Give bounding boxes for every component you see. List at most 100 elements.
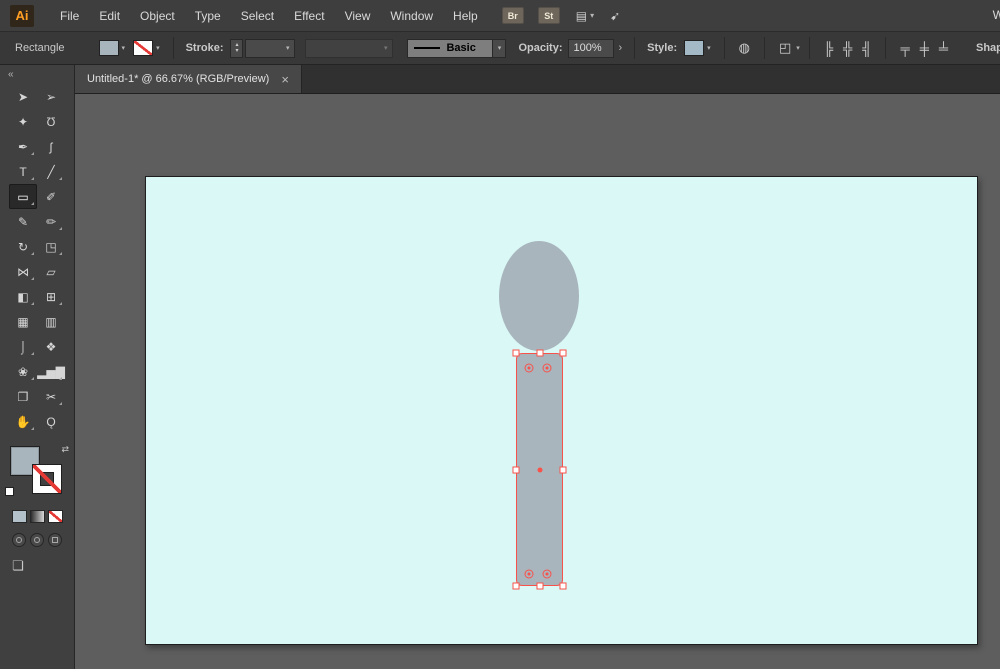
color-button[interactable] — [11, 510, 27, 523]
selection-handle-bottom-center[interactable] — [536, 582, 543, 590]
selection-handle-middle-left[interactable] — [512, 466, 520, 473]
collapse-panel-icon[interactable]: « — [0, 65, 22, 82]
selection-handle-bottom-right[interactable] — [559, 582, 567, 590]
recolor-artwork-icon[interactable]: ◍ — [739, 40, 750, 56]
chevron-down-icon: ▾ — [497, 45, 502, 52]
none-button[interactable] — [47, 510, 63, 523]
selection-handle-top-center[interactable] — [536, 349, 543, 357]
stroke-none-swatch[interactable] — [133, 40, 154, 56]
type-tool[interactable]: T — [9, 159, 37, 184]
stroke-weight-stepper[interactable]: ▴ ▾ — [230, 38, 244, 58]
opacity-label: Opacity: — [518, 42, 563, 54]
canvas[interactable] — [75, 94, 1000, 669]
menu-help[interactable]: Help — [443, 9, 488, 23]
opacity-panel-arrow[interactable]: › — [619, 42, 623, 54]
workspace-switcher-partial[interactable]: W — [993, 8, 1000, 22]
selection-handle-top-right[interactable] — [559, 349, 567, 357]
selection-tool[interactable]: ➤ — [9, 84, 37, 109]
live-corner-widget[interactable] — [542, 569, 552, 579]
artboard[interactable] — [145, 176, 978, 645]
rectangle-tool[interactable]: ▭ — [9, 184, 37, 209]
live-corner-widget[interactable] — [524, 363, 534, 373]
magic-wand-tool[interactable]: ✦ — [9, 109, 37, 134]
rotate-tool[interactable]: ↻ — [9, 234, 37, 259]
brush-dropdown-button[interactable]: ▾ — [493, 38, 507, 58]
align-vertical-bottom-icon[interactable]: ╧ — [939, 41, 948, 56]
stroke-color-dropdown[interactable]: ▾ — [133, 40, 160, 56]
document-tab[interactable]: Untitled-1* @ 66.67% (RGB/Preview) × — [75, 65, 302, 93]
live-corner-widget[interactable] — [542, 363, 552, 373]
selection-handle-middle-right[interactable] — [559, 466, 567, 473]
select-similar-icon[interactable]: ◰ — [779, 40, 791, 56]
center-point[interactable] — [537, 467, 542, 472]
zoom-tool[interactable]: Ǫ — [37, 409, 65, 434]
style-swatch[interactable] — [684, 40, 705, 56]
symbol-sprayer-tool[interactable]: ❀ — [9, 359, 37, 384]
arrange-documents-icon[interactable]: ▤ — [576, 9, 587, 23]
chevron-down-icon[interactable]: ▾ — [590, 11, 594, 20]
align-horizontal-left-icon[interactable]: ╠ — [824, 41, 833, 56]
curvature-tool[interactable]: ʃ — [37, 134, 65, 159]
draw-normal-mode-button[interactable] — [12, 533, 26, 547]
gradient-button[interactable] — [29, 510, 45, 523]
hand-tool[interactable]: ✋ — [9, 409, 37, 434]
direct-selection-tool[interactable]: ➢ — [37, 84, 65, 109]
shape-builder-tool[interactable]: ◧ — [9, 284, 37, 309]
menu-select[interactable]: Select — [231, 9, 284, 23]
align-vertical-top-icon[interactable]: ╤ — [900, 41, 909, 56]
perspective-grid-tool[interactable]: ⊞ — [37, 284, 65, 309]
pen-tool[interactable]: ✒ — [9, 134, 37, 159]
slice-tool[interactable]: ✂ — [37, 384, 65, 409]
screen-mode-icon[interactable]: ❏ — [12, 558, 24, 574]
pencil-tool[interactable]: ✏ — [37, 209, 65, 234]
align-horizontal-right-icon[interactable]: ╣ — [862, 41, 871, 56]
ellipse-object[interactable] — [499, 241, 579, 351]
chevron-down-icon[interactable]: ▾ — [796, 44, 800, 52]
selection-handle-bottom-left[interactable] — [512, 582, 520, 590]
blend-tool[interactable]: ❖ — [37, 334, 65, 359]
column-graph-tool[interactable]: ▂▅▇ — [37, 359, 65, 384]
default-fill-stroke-icon[interactable] — [5, 487, 14, 496]
free-transform-tool[interactable]: ▱ — [37, 259, 65, 284]
draw-inside-mode-button[interactable] — [48, 533, 62, 547]
stepper-down-icon[interactable]: ▾ — [235, 48, 238, 54]
lasso-tool[interactable]: Ʊ — [37, 109, 65, 134]
selected-rectangle-object[interactable] — [512, 349, 567, 590]
opacity-field[interactable]: 100% — [567, 38, 614, 58]
gradient-tool[interactable]: ▥ — [37, 309, 65, 334]
live-corner-widget[interactable] — [524, 569, 534, 579]
stroke-weight-field[interactable]: ▾ — [245, 38, 296, 58]
fill-color-dropdown[interactable]: ▾ — [98, 40, 126, 56]
menu-type[interactable]: Type — [185, 9, 231, 23]
menu-window[interactable]: Window — [380, 9, 443, 23]
menu-view[interactable]: View — [335, 9, 381, 23]
align-vertical-center-icon[interactable]: ╪ — [920, 41, 929, 56]
swap-fill-stroke-icon[interactable]: ⇄ — [61, 444, 69, 455]
close-icon[interactable]: × — [281, 72, 289, 87]
shaper-tool[interactable]: ✎ — [9, 209, 37, 234]
artboard-tool[interactable]: ❐ — [9, 384, 37, 409]
line-segment-tool[interactable]: ╱ — [37, 159, 65, 184]
stroke-color-swatch[interactable] — [32, 464, 62, 494]
illustrator-logo[interactable]: Ai — [10, 4, 34, 27]
stock-button[interactable]: St — [537, 7, 560, 24]
bridge-button[interactable]: Br — [501, 7, 524, 24]
mesh-tool[interactable]: ▦ — [9, 309, 37, 334]
brush-definition-dropdown[interactable]: Basic — [407, 38, 494, 58]
width-tool[interactable]: ⋈ — [9, 259, 37, 284]
width-profile-dropdown[interactable]: ▾ — [305, 38, 394, 58]
scale-tool[interactable]: ◳ — [37, 234, 65, 259]
fill-swatch[interactable] — [98, 40, 119, 56]
paintbrush-tool[interactable]: ✐ — [37, 184, 65, 209]
menu-edit[interactable]: Edit — [89, 9, 130, 23]
selection-handle-top-left[interactable] — [512, 349, 520, 357]
menu-effect[interactable]: Effect — [284, 9, 334, 23]
menu-object[interactable]: Object — [130, 9, 185, 23]
draw-behind-mode-button[interactable] — [30, 533, 44, 547]
menu-file[interactable]: File — [50, 9, 89, 23]
align-horizontal-center-icon[interactable]: ╬ — [843, 41, 852, 56]
style-dropdown[interactable]: ▾ — [684, 40, 711, 56]
eyedropper-tool[interactable]: ⌡ — [9, 334, 37, 359]
gpu-performance-icon[interactable]: ➹ — [610, 9, 620, 23]
chevron-down-icon: ▾ — [121, 45, 126, 52]
